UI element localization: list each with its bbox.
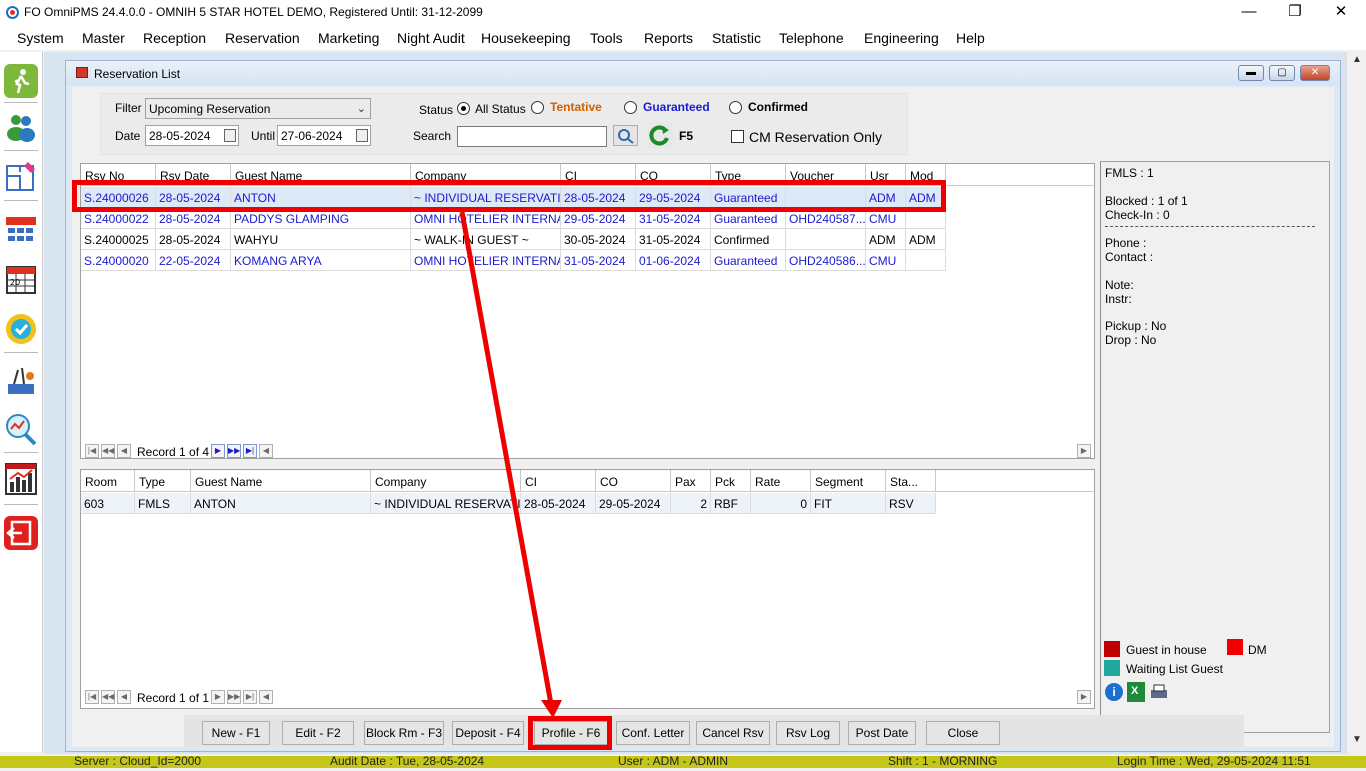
status-bar: Server : Cloud_Id=2000 Audit Date : Tue,… [0, 754, 1366, 768]
server-status: Server : Cloud_Id=2000 [74, 754, 202, 768]
shift-status: Shift : 1 - MORNING [888, 754, 998, 768]
audit-date-status: Audit Date : Tue, 28-05-2024 [330, 754, 485, 768]
login-time-status: Login Time : Wed, 29-05-2024 11:51 [1117, 754, 1311, 768]
user-status: User : ADM - ADMIN [618, 754, 729, 768]
arrow-annotation [459, 211, 562, 718]
